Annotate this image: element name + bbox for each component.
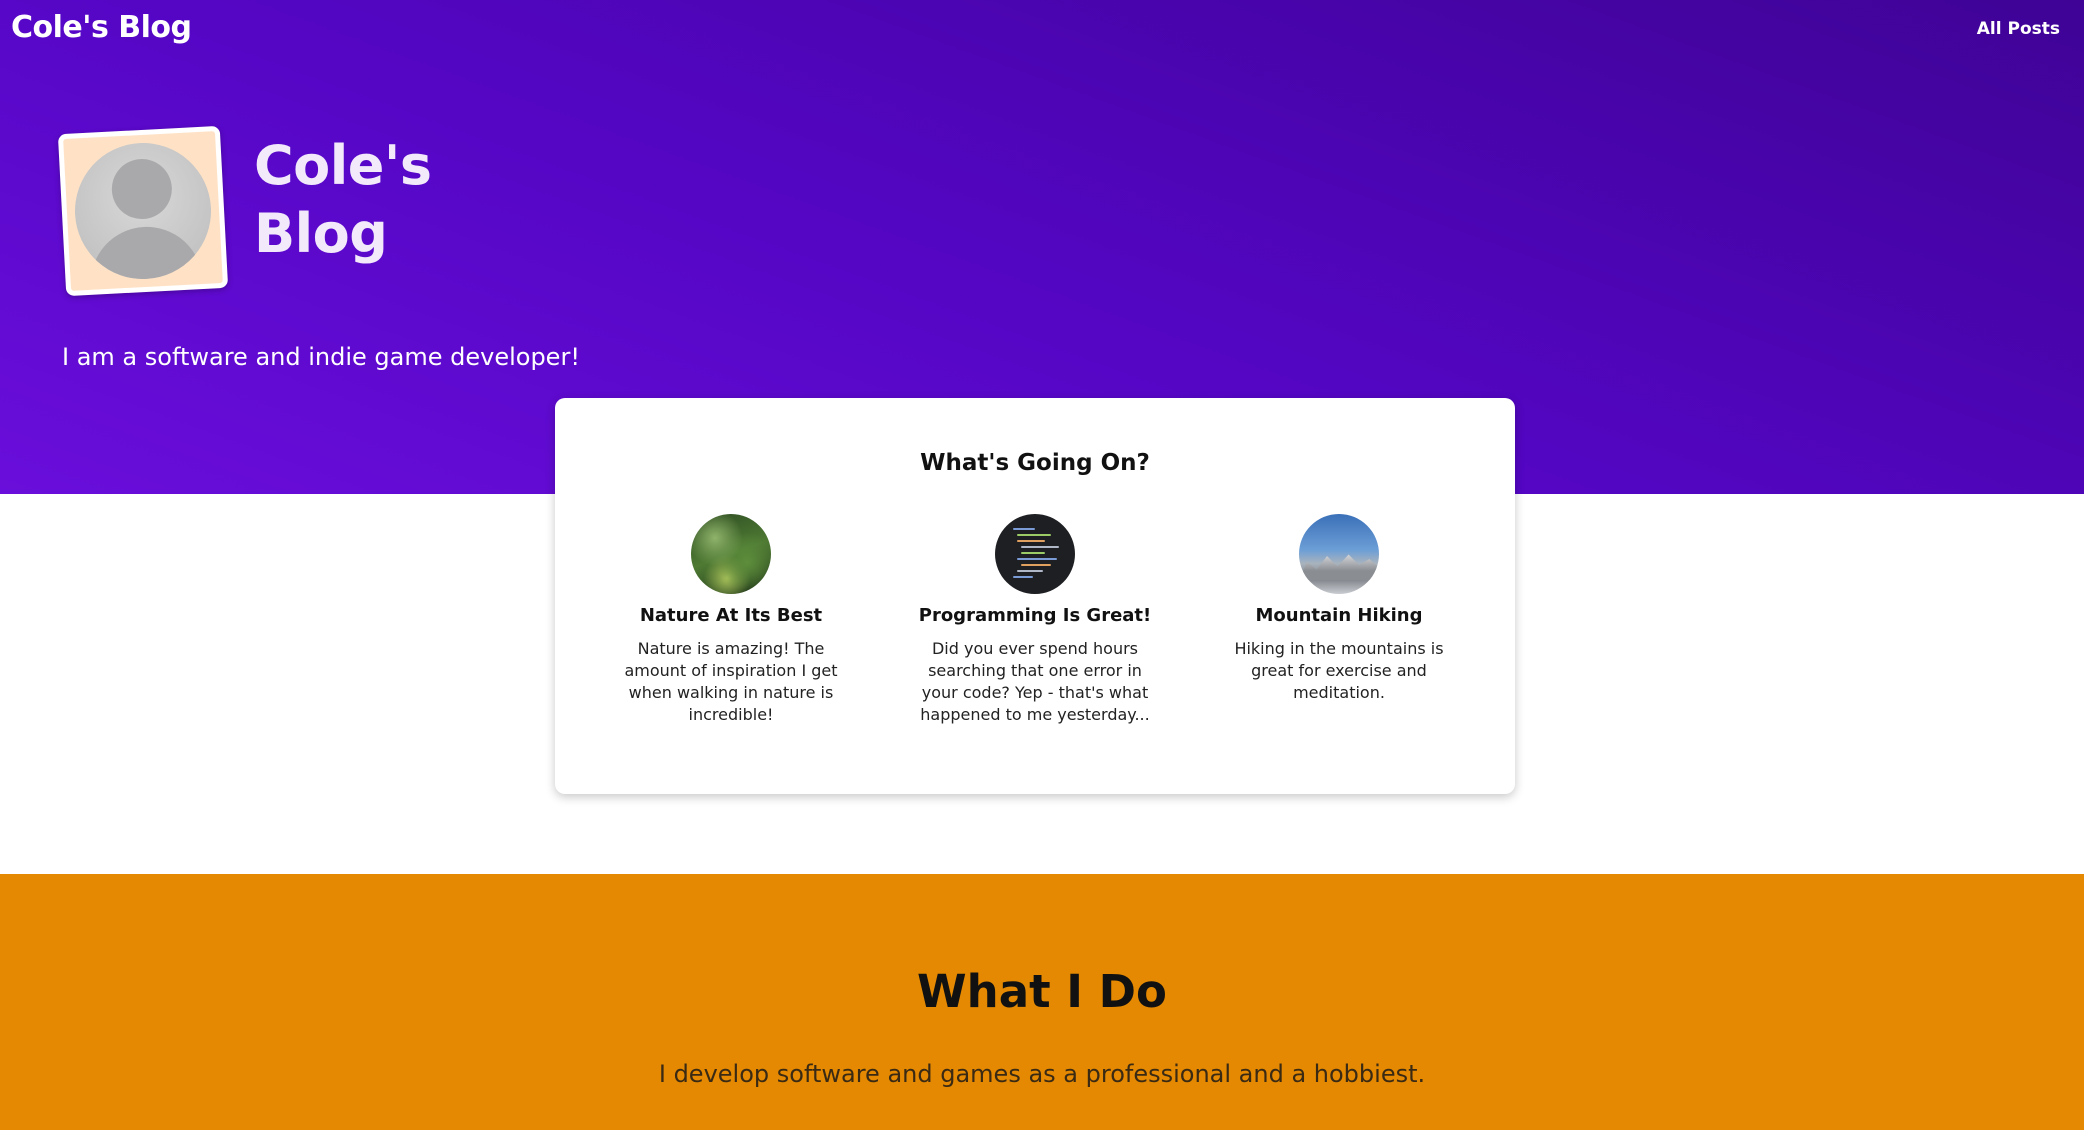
forest-photo-thumbnail (691, 514, 771, 594)
post-title: Nature At Its Best (639, 605, 823, 626)
code-line-shape (1013, 528, 1035, 530)
what-i-do-section: What I Do I develop software and games a… (0, 874, 2084, 1130)
post-description: Nature is amazing! The amount of inspira… (624, 639, 838, 724)
code-line-shape (1013, 576, 1033, 578)
post-description: Did you ever spend hours searching that … (920, 639, 1150, 724)
code-line-shape (1021, 552, 1045, 554)
code-line-shape (1017, 534, 1051, 536)
hero-tagline: I am a software and indie game developer… (62, 343, 580, 371)
hero-title: Cole's Blog (254, 134, 432, 265)
post-title: Programming Is Great! (918, 605, 1152, 626)
code-line-shape (1017, 570, 1043, 572)
all-posts-link[interactable]: All Posts (1977, 19, 2060, 39)
code-editor-photo-thumbnail (995, 514, 1075, 594)
what-i-do-title: What I Do (917, 965, 1167, 1018)
code-line-shape (1021, 546, 1059, 548)
post-description: Hiking in the mountains is great for exe… (1234, 639, 1444, 702)
post-title: Mountain Hiking (1255, 605, 1423, 626)
avatar-body-shape (87, 224, 205, 283)
mountain-photo-thumbnail (1299, 514, 1379, 594)
mountain-ridge-shape (1299, 554, 1379, 580)
featured-heading: What's Going On? (920, 450, 1150, 476)
brand-link[interactable]: Cole's Blog (11, 10, 192, 45)
avatar-head-shape (110, 157, 174, 221)
code-line-shape (1021, 564, 1051, 566)
what-i-do-text: I develop software and games as a profes… (658, 1060, 1426, 1088)
post-item-programming[interactable]: Programming Is Great! Did you ever spend… (905, 514, 1165, 726)
code-line-shape (1017, 540, 1045, 542)
post-item-nature[interactable]: Nature At Its Best Nature is amazing! Th… (601, 514, 861, 726)
avatar (57, 125, 229, 297)
code-line-shape (1017, 558, 1057, 560)
featured-posts-card: What's Going On? Nature At Its Best Natu… (555, 398, 1515, 794)
post-item-mountain[interactable]: Mountain Hiking Hiking in the mountains … (1209, 514, 1469, 704)
default-user-avatar-icon (71, 139, 215, 283)
page: Cole's Blog All Posts Cole's Blog I am a… (0, 0, 2084, 1130)
